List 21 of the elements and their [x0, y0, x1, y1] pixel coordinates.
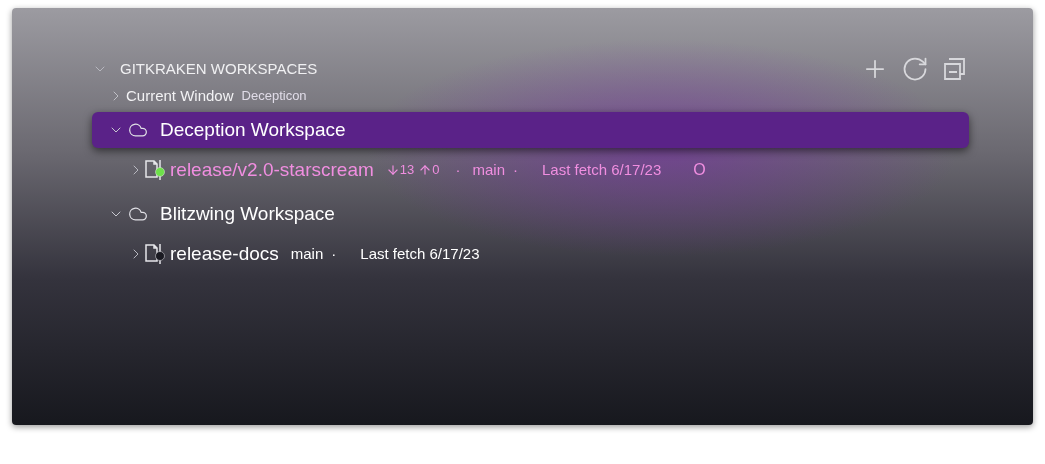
workspace-row[interactable]: Deception Workspace [92, 112, 969, 148]
workspace-name: Blitzwing Workspace [160, 201, 335, 226]
repository-icon [144, 158, 166, 182]
last-fetch: Last fetch 6/17/23 [360, 243, 480, 264]
separator-dot: · [331, 243, 337, 264]
workspace-row[interactable]: Blitzwing Workspace [92, 196, 969, 232]
separator-dot: · [455, 159, 461, 180]
branch-name: main [472, 159, 505, 180]
workspace-name: Deception Workspace [160, 117, 346, 142]
branch-name: main [290, 243, 324, 264]
separator-dot: · [513, 159, 518, 180]
current-window-value: Decepticon [241, 87, 307, 106]
behind-count: 13 [399, 161, 415, 180]
last-fetch: Last fetch 6/17/23 [542, 159, 662, 180]
status-text: O [693, 160, 706, 180]
repository-name[interactable]: release-docs [170, 239, 279, 269]
current-window-label: Current Window [126, 85, 234, 106]
repository-icon [144, 242, 166, 266]
section-title: GITKRAKEN WORKSPACES [120, 58, 318, 79]
refresh-icon[interactable] [901, 55, 929, 83]
ahead-count: 0 [432, 161, 440, 180]
